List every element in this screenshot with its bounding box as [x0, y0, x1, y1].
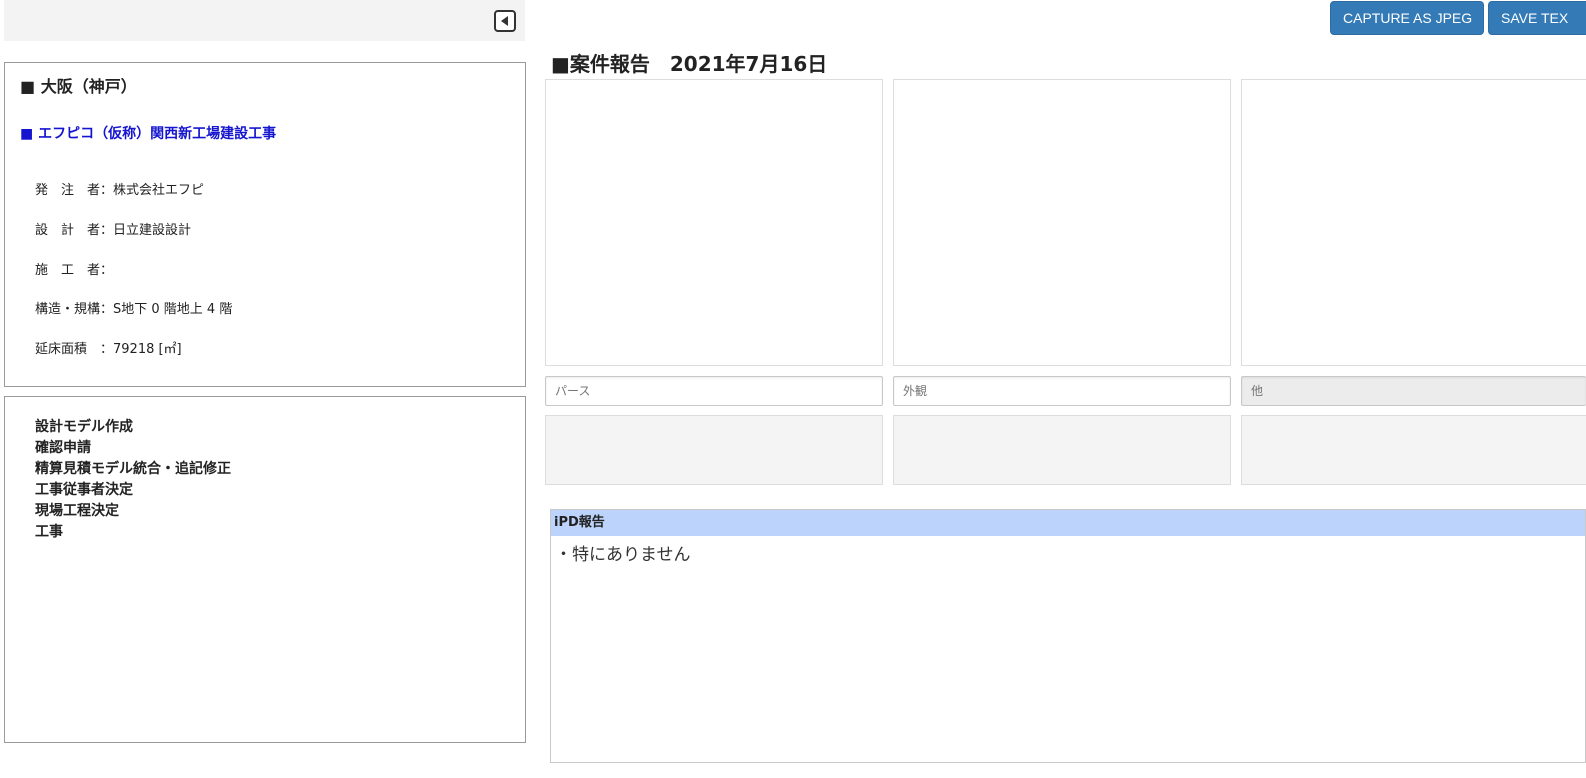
caption-input-perspective[interactable] — [545, 376, 883, 406]
designer-row: 設 計 者：日立建設設計 — [35, 223, 192, 238]
caption-input-exterior[interactable] — [893, 376, 1231, 406]
contractor-row: 施 工 者： — [35, 263, 114, 278]
client-row: 発 注 者：株式会社エフピ — [35, 183, 205, 198]
save-text-button[interactable]: SAVE TEX — [1488, 1, 1586, 35]
caption-input-other[interactable] — [1241, 376, 1586, 406]
note-box-perspective[interactable] — [545, 415, 883, 485]
report-title: ■案件報告 2021年7月16日 — [551, 52, 828, 76]
ipd-report-panel: iPD報告 ・特にありません — [550, 509, 1586, 763]
image-slot-other[interactable] — [1241, 79, 1586, 366]
area-title: ■ 大阪（神戸） — [20, 77, 137, 96]
collapse-sidebar-button[interactable] — [494, 10, 516, 32]
caret-left-icon — [501, 16, 508, 26]
project-title: ■ エフピコ（仮称）関西新工場建設工事 — [20, 126, 277, 142]
list-item: 確認申請 — [35, 440, 91, 456]
structure-row: 構造・規構：S地下 0 階地上 4 階 — [35, 302, 233, 317]
list-item: 工事 — [35, 524, 63, 540]
list-item: 工事従事者決定 — [35, 482, 133, 498]
steps-list: 設計モデル作成 確認申請 精算見積モデル統合・追記修正 工事従事者決定 現場工程… — [35, 417, 231, 543]
floor-area-row: 延床面積 ：79218 [㎡] — [35, 342, 182, 357]
list-item: 現場工程決定 — [35, 503, 119, 519]
ipd-report-body[interactable]: ・特にありません — [551, 536, 1585, 569]
note-box-exterior[interactable] — [893, 415, 1231, 485]
capture-as-jpeg-button[interactable]: CAPTURE AS JPEG — [1330, 1, 1484, 35]
ipd-report-header: iPD報告 — [551, 510, 1585, 536]
list-item: 設計モデル作成 — [35, 419, 133, 435]
image-slot-perspective[interactable] — [545, 79, 883, 366]
toolbar: CAPTURE AS JPEG SAVE TEX — [1330, 1, 1586, 35]
project-info-panel: ■ 大阪（神戸） ■ エフピコ（仮称）関西新工場建設工事 発 注 者：株式会社エ… — [4, 62, 526, 387]
sidebar-header-strip — [4, 0, 525, 41]
image-slot-exterior[interactable] — [893, 79, 1231, 366]
note-box-other[interactable] — [1241, 415, 1586, 485]
process-steps-panel: 設計モデル作成 確認申請 精算見積モデル統合・追記修正 工事従事者決定 現場工程… — [4, 396, 526, 743]
list-item: 精算見積モデル統合・追記修正 — [35, 461, 231, 477]
